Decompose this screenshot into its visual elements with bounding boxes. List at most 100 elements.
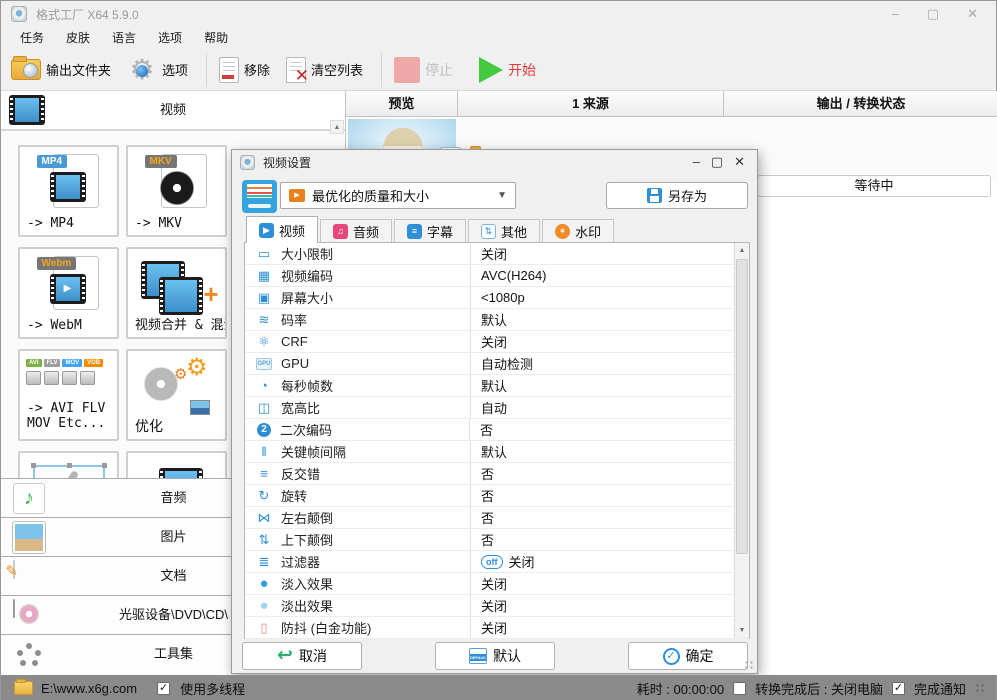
card-to-mkv[interactable]: MKV -> MKV xyxy=(126,145,227,237)
save-as-button[interactable]: 另存为 xyxy=(606,182,748,209)
setting-row-filter[interactable]: ≣ 过滤器 off 关闭 xyxy=(245,551,749,573)
ok-check-icon: ✓ xyxy=(662,647,680,665)
video-settings-dialog: 视频设置 – ▢ ✕ ▶ 最优化的质量和大小 ▼ 另存为 ▶ 视频 ♫ 音频 ≡… xyxy=(231,149,758,674)
setting-value: 关闭 xyxy=(470,331,749,352)
setting-row-fps[interactable]: ◔ 每秒帧数 默认 xyxy=(245,375,749,397)
setting-row-rotate[interactable]: ↻ 旋转 否 xyxy=(245,485,749,507)
card-to-mp4[interactable]: MP4 -> MP4 xyxy=(18,145,119,237)
multithread-label[interactable]: 使用多线程 xyxy=(180,679,245,698)
ok-button[interactable]: ✓ 确定 xyxy=(628,642,748,670)
sidebar-section-title: 视频 xyxy=(159,102,186,117)
column-source: 1 来源 xyxy=(458,91,724,117)
vob-badge: VOB xyxy=(84,359,104,367)
setting-row-video-codec[interactable]: ▦ 视频编码 AVC(H264) xyxy=(245,265,749,287)
setting-row-deinterlace[interactable]: ≡ 反交错 否 xyxy=(245,463,749,485)
tab-other[interactable]: ⇅ 其他 xyxy=(468,219,541,243)
setting-row-keyframe-interval[interactable]: ‖ 关键帧间隔 默认 xyxy=(245,441,749,463)
output-path-folder-icon[interactable] xyxy=(14,679,33,695)
menu-task[interactable]: 任务 xyxy=(9,27,55,49)
app-icon xyxy=(11,6,27,22)
settings-scrollbar[interactable]: ▲ ▼ xyxy=(734,243,749,638)
dialog-close-icon[interactable]: ✕ xyxy=(734,154,745,170)
notify-checkbox[interactable]: ✓ xyxy=(891,681,905,695)
card-to-webm[interactable]: Webm ▶ -> WebM xyxy=(18,247,119,339)
close-icon[interactable]: ✕ xyxy=(967,1,978,27)
output-path[interactable]: E:\www.x6g.com xyxy=(41,681,137,696)
cancel-button[interactable]: ↩ 取消 xyxy=(242,642,362,670)
default-button[interactable]: DEFAULT 默认 xyxy=(435,642,555,670)
settings-tabs: ▶ 视频 ♫ 音频 ≡ 字幕 ⇅ 其他 ✶ 水印 xyxy=(246,216,616,243)
setting-row-two-pass[interactable]: 2 二次编码 否 xyxy=(245,419,749,441)
setting-row-flip-horizontal[interactable]: ⋈ 左右颠倒 否 xyxy=(245,507,749,529)
sidebar-scroll-up[interactable]: ▲ xyxy=(330,120,344,134)
multithread-checkbox[interactable]: ✓ xyxy=(157,681,171,695)
mkv-badge: MKV xyxy=(144,155,177,168)
dialog-minimize-icon[interactable]: – xyxy=(693,154,700,170)
setting-row-gpu[interactable]: GPU GPU 自动检测 xyxy=(245,353,749,375)
setting-row-stabilize[interactable]: ▯ 防抖 (白金功能) 关闭 xyxy=(245,617,749,639)
start-button[interactable]: 开始 xyxy=(479,56,537,83)
setting-row-fade-in[interactable]: ● 淡入效果 关闭 xyxy=(245,573,749,595)
setting-value: 自动检测 xyxy=(470,353,749,374)
setting-value: off 关闭 xyxy=(470,551,749,572)
scrollbar-thumb[interactable] xyxy=(736,259,748,554)
menu-language[interactable]: 语言 xyxy=(101,27,147,49)
start-icon xyxy=(479,56,504,83)
setting-row-flip-vertical[interactable]: ⇅ 上下颠倒 否 xyxy=(245,529,749,551)
setting-row-size-limit[interactable]: ▭ 大小限制 关闭 xyxy=(245,243,749,265)
dialog-maximize-icon[interactable]: ▢ xyxy=(711,154,723,170)
sidebar-section-video[interactable]: 视频 xyxy=(1,91,345,131)
dialog-titlebar: 视频设置 – ▢ ✕ xyxy=(232,150,757,174)
remove-button[interactable]: 移除 xyxy=(219,56,270,83)
setting-value: 否 xyxy=(470,529,749,550)
menu-options[interactable]: 选项 xyxy=(147,27,193,49)
back-arrow-icon: ↩ xyxy=(277,645,293,666)
card-label: -> MP4 xyxy=(27,216,74,231)
options-label: 选项 xyxy=(162,63,189,78)
scroll-down-icon[interactable]: ▼ xyxy=(735,623,749,638)
scroll-up-icon[interactable]: ▲ xyxy=(735,243,749,258)
setting-value: 默认 xyxy=(470,309,749,330)
profile-tray-icon xyxy=(242,180,277,213)
start-label: 开始 xyxy=(508,61,537,78)
maximize-icon[interactable]: ▢ xyxy=(927,1,939,27)
tab-audio[interactable]: ♫ 音频 xyxy=(320,219,393,243)
setting-row-crf[interactable]: ⚛ CRF 关闭 xyxy=(245,331,749,353)
menu-help[interactable]: 帮助 xyxy=(193,27,239,49)
stop-button[interactable]: 停止 xyxy=(394,56,453,83)
dialog-resize-grip[interactable] xyxy=(744,660,754,670)
setting-row-bitrate[interactable]: ≋ 码率 默认 xyxy=(245,309,749,331)
notify-label[interactable]: 完成通知 xyxy=(914,679,966,698)
setting-value: 默认 xyxy=(470,441,749,462)
options-button[interactable]: ⚙ 选项 xyxy=(127,55,189,84)
card-video-merge[interactable]: + 视频合并 & 混流 xyxy=(126,247,227,339)
mkv-card-art: MKV xyxy=(144,154,209,210)
card-optimize[interactable]: ⚙ ⚙ 优化 xyxy=(126,349,227,441)
card-label: 优化 xyxy=(135,419,163,435)
setting-label: GPU xyxy=(281,356,310,371)
fps-gauge-icon: ◔ xyxy=(260,377,268,393)
profile-dropdown[interactable]: ▶ 最优化的质量和大小 ▼ xyxy=(280,182,516,209)
setting-row-screen-size[interactable]: ▣ 屏幕大小 <1080p xyxy=(245,287,749,309)
card-to-avi-flv-mov[interactable]: AVI FLV MOV VOB -> AVI FLV MOV Etc... xyxy=(18,349,119,441)
tab-subtitle[interactable]: ≡ 字幕 xyxy=(394,219,467,243)
setting-value: 否 xyxy=(470,463,749,484)
tab-label: 水印 xyxy=(575,225,602,240)
shutdown-after-label[interactable]: 转换完成后 : 关闭电脑 xyxy=(755,679,883,698)
shutdown-after-checkbox[interactable] xyxy=(733,681,747,695)
tab-video[interactable]: ▶ 视频 xyxy=(246,216,319,243)
setting-row-aspect-ratio[interactable]: ◫ 宽高比 自动 xyxy=(245,397,749,419)
clear-list-button[interactable]: 清空列表 xyxy=(286,56,363,86)
setting-row-fade-out[interactable]: ● 淡出效果 关闭 xyxy=(245,595,749,617)
window-resize-grip[interactable] xyxy=(975,682,986,694)
optimize-card-art: ⚙ ⚙ xyxy=(142,354,212,417)
setting-value: 默认 xyxy=(470,375,749,396)
setting-label: 左右颠倒 xyxy=(281,511,334,526)
menu-skin[interactable]: 皮肤 xyxy=(55,27,101,49)
save-icon xyxy=(646,188,662,203)
output-folder-button[interactable]: 输出文件夹 xyxy=(11,56,111,80)
setting-value: 关闭 xyxy=(470,617,749,638)
toolbar-separator xyxy=(206,52,208,87)
minimize-icon[interactable]: – xyxy=(892,1,899,27)
tab-watermark[interactable]: ✶ 水印 xyxy=(542,219,615,243)
